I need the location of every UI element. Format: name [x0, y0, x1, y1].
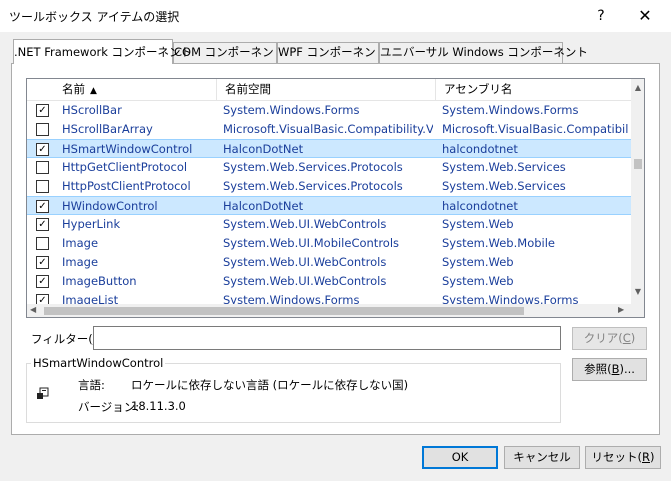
- item-name: HttpPostClientProtocol: [62, 179, 191, 193]
- item-checkbox[interactable]: [36, 161, 49, 174]
- component-list[interactable]: 名前 ▲ 名前空間 アセンブリ名 ✓ HScrollBar System.Window…: [26, 78, 645, 318]
- item-checkbox[interactable]: ✓: [36, 218, 49, 231]
- item-namespace: System.Web.UI.WebControls: [223, 274, 387, 288]
- item-checkbox[interactable]: ✓: [36, 200, 49, 213]
- item-assembly: System.Web: [442, 255, 514, 269]
- item-assembly: Microsoft.VisualBasic.Compatibility: [442, 122, 628, 136]
- item-name: Image: [62, 255, 99, 269]
- item-assembly: System.Web.Services: [442, 179, 566, 193]
- list-item[interactable]: ✓ HWindowControl HalconDotNet halcondotnet: [27, 196, 631, 215]
- item-name: HyperLink: [62, 217, 121, 231]
- item-namespace: System.Web.Services.Protocols: [223, 160, 403, 174]
- list-item[interactable]: ✓ ImageButton System.Web.UI.WebControls Sys…: [27, 272, 631, 291]
- item-checkbox[interactable]: ✓: [36, 143, 49, 156]
- list-item[interactable]: HScrollBarArray Microsoft.VisualBasic.Com…: [27, 120, 631, 139]
- details-title: HSmartWindowControl: [31, 356, 166, 370]
- item-assembly: System.Windows.Forms: [442, 293, 579, 304]
- language-label: 言語:: [78, 378, 105, 392]
- horizontal-scroll-thumb[interactable]: [44, 307, 524, 315]
- item-namespace: HalconDotNet: [223, 142, 304, 156]
- item-name: HSmartWindowControl: [62, 142, 193, 156]
- item-name: HttpGetClientProtocol: [62, 160, 188, 174]
- item-checkbox[interactable]: ✓: [36, 256, 49, 269]
- item-assembly: System.Web: [442, 274, 514, 288]
- column-header: 名前 ▲ 名前空間 アセンブリ名: [27, 79, 631, 101]
- column-name[interactable]: 名前 ▲: [54, 79, 217, 101]
- item-assembly: System.Windows.Forms: [442, 103, 579, 117]
- vertical-scrollbar[interactable]: ▲ ▼: [631, 79, 644, 304]
- item-assembly: halcondotnet: [442, 142, 518, 156]
- item-namespace: System.Web.UI.WebControls: [223, 255, 387, 269]
- list-item[interactable]: HttpPostClientProtocol System.Web.Service…: [27, 177, 631, 196]
- list-rows: ✓ HScrollBar System.Windows.Forms System.Wi…: [27, 101, 631, 304]
- list-item[interactable]: ✓ Image System.Web.UI.WebControls System.We…: [27, 253, 631, 272]
- item-assembly: System.Web.Services: [442, 160, 566, 174]
- sort-ascending-icon: ▲: [90, 86, 97, 96]
- item-namespace: System.Web.Services.Protocols: [223, 179, 403, 193]
- tab-wpf[interactable]: WPF コンポーネント: [277, 42, 387, 63]
- item-name: HScrollBar: [62, 103, 122, 117]
- item-assembly: halcondotnet: [442, 199, 518, 213]
- title-bar: ツールボックス アイテムの選択 ? ✕: [0, 0, 671, 32]
- vertical-scroll-thumb[interactable]: [634, 159, 642, 169]
- horizontal-scrollbar[interactable]: ◀ ▶: [27, 304, 631, 317]
- item-assembly: System.Web.Mobile: [442, 236, 555, 250]
- list-item[interactable]: ✓ HSmartWindowControl HalconDotNet halcondo…: [27, 139, 631, 158]
- column-namespace[interactable]: 名前空間: [217, 79, 436, 101]
- reset-button[interactable]: リセット(R): [585, 446, 661, 469]
- item-checkbox[interactable]: ✓: [36, 104, 49, 117]
- item-name: HScrollBarArray: [62, 122, 153, 136]
- scroll-down-icon[interactable]: ▼: [631, 287, 644, 299]
- ok-button[interactable]: OK: [422, 446, 498, 469]
- language-value: ロケールに依存しない言語 (ロケールに依存しない国): [131, 378, 409, 392]
- component-icon: [37, 387, 49, 399]
- clear-button[interactable]: クリア(C): [572, 327, 647, 350]
- item-name: Image: [62, 236, 99, 250]
- item-namespace: System.Web.UI.WebControls: [223, 217, 387, 231]
- filter-input[interactable]: [93, 326, 561, 350]
- item-name: ImageButton: [62, 274, 137, 288]
- tab-universal-windows[interactable]: ユニバーサル Windows コンポーネント: [379, 42, 588, 63]
- list-item[interactable]: ✓ HScrollBar System.Windows.Forms System.Wi…: [27, 101, 631, 120]
- version-value: 18.11.3.0: [131, 399, 186, 413]
- window-title: ツールボックス アイテムの選択: [9, 10, 180, 24]
- scroll-up-icon[interactable]: ▲: [631, 83, 644, 95]
- scroll-right-icon[interactable]: ▶: [618, 305, 624, 314]
- item-assembly: System.Web: [442, 217, 514, 231]
- item-namespace: HalconDotNet: [223, 199, 304, 213]
- item-namespace: System.Windows.Forms: [223, 103, 360, 117]
- item-checkbox[interactable]: ✓: [36, 294, 49, 304]
- browse-button[interactable]: 参照(B)...: [572, 358, 647, 381]
- item-checkbox[interactable]: [36, 123, 49, 136]
- list-item[interactable]: ✓ HyperLink System.Web.UI.WebControls Syste…: [27, 215, 631, 234]
- list-item[interactable]: ✓ ImageList System.Windows.Forms System.Win…: [27, 291, 631, 304]
- item-checkbox[interactable]: [36, 237, 49, 250]
- help-button[interactable]: ?: [588, 4, 614, 28]
- close-button[interactable]: ✕: [628, 4, 662, 28]
- item-name: HWindowControl: [62, 199, 158, 213]
- item-namespace: Microsoft.VisualBasic.Compatibility.VB6: [223, 122, 433, 136]
- column-name-label: 名前: [62, 82, 85, 96]
- scroll-left-icon[interactable]: ◀: [30, 305, 36, 314]
- item-namespace: System.Windows.Forms: [223, 293, 360, 304]
- item-name: ImageList: [62, 293, 119, 304]
- column-assembly[interactable]: アセンブリ名: [436, 79, 631, 101]
- cancel-button[interactable]: キャンセル: [504, 446, 580, 469]
- version-label: バージョン:: [78, 400, 140, 414]
- item-checkbox[interactable]: [36, 180, 49, 193]
- tab-net-framework[interactable]: .NET Framework コンポーネント: [13, 39, 192, 64]
- list-item[interactable]: Image System.Web.UI.MobileControls System.…: [27, 234, 631, 253]
- item-checkbox[interactable]: ✓: [36, 275, 49, 288]
- scroll-corner: [631, 304, 644, 317]
- item-namespace: System.Web.UI.MobileControls: [223, 236, 400, 250]
- list-item[interactable]: HttpGetClientProtocol System.Web.Services…: [27, 158, 631, 177]
